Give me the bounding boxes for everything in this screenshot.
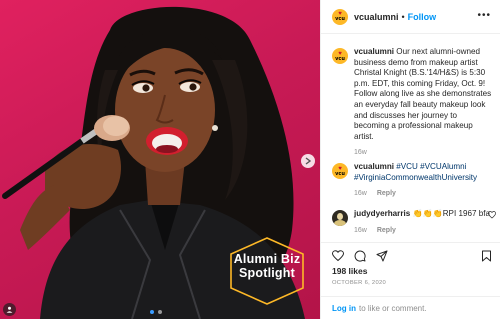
avatar-text: vcu xyxy=(335,16,345,22)
list-item: ♥ vcu vcualumni #VCU #VCUAlumni #Virgini… xyxy=(332,162,496,197)
carousel-dot-active xyxy=(150,310,154,314)
comment-text: 👏👏👏RPI 1967 bfa xyxy=(412,209,490,218)
avatar[interactable]: ♥ vcu xyxy=(332,8,348,25)
comment-username[interactable]: judydyerharris xyxy=(354,209,410,218)
tagged-user-icon[interactable] xyxy=(3,303,16,316)
more-options-icon[interactable]: ••• xyxy=(477,11,491,21)
heart-icon[interactable] xyxy=(332,250,344,262)
comment-icon[interactable] xyxy=(354,250,366,262)
bookmark-icon[interactable] xyxy=(481,250,492,262)
comment-time: 16w xyxy=(354,149,367,157)
action-bar: 198 likes OCTOBER 6, 2020 Log in to like… xyxy=(321,242,500,319)
comments-list[interactable]: ♥ vcu vcualumni Our next alumni-owned bu… xyxy=(321,34,500,242)
overlay-title: Alumni Biz xyxy=(233,252,301,266)
login-prompt: Log in to like or comment. xyxy=(321,296,500,319)
comment-time: 16w xyxy=(354,190,367,198)
list-item: judydyerharris 👏👏👏RPI 1967 bfa 16w Reply xyxy=(332,209,496,234)
login-prompt-text: to like or comment. xyxy=(359,304,427,313)
share-icon[interactable] xyxy=(376,250,388,262)
header-username[interactable]: vcualumni xyxy=(354,12,399,22)
reply-button[interactable]: Reply xyxy=(377,190,396,197)
avatar[interactable]: ♥ vcu xyxy=(332,48,348,64)
comment-username[interactable]: vcualumni xyxy=(354,162,394,171)
spotlight-badge: Alumni Biz Spotlight xyxy=(221,236,313,306)
comment-like-icon[interactable] xyxy=(488,211,496,219)
avatar[interactable]: ♥ vcu xyxy=(332,163,348,179)
carousel-dot xyxy=(158,310,162,314)
follow-button[interactable]: Follow xyxy=(408,12,437,22)
comment-text: Our next alumni-owned business demo from… xyxy=(354,47,492,141)
reply-button[interactable]: Reply xyxy=(377,227,396,234)
header-separator: • xyxy=(401,11,405,22)
avatar[interactable] xyxy=(332,210,348,226)
caption: ♥ vcu vcualumni Our next alumni-owned bu… xyxy=(332,47,496,156)
post-header: ♥ vcu vcualumni • Follow ••• xyxy=(321,0,500,34)
login-link[interactable]: Log in xyxy=(332,304,356,313)
chevron-right-icon xyxy=(305,157,311,165)
overlay-subtitle: Spotlight xyxy=(239,266,295,280)
comment-username[interactable]: vcualumni xyxy=(354,47,394,56)
comment-time: 16w xyxy=(354,226,367,234)
post-date: OCTOBER 6, 2020 xyxy=(332,280,387,286)
post-image[interactable]: Alumni Biz Spotlight xyxy=(0,0,320,319)
carousel-indicator xyxy=(150,310,162,314)
next-image-button[interactable] xyxy=(301,154,315,168)
likes-count[interactable]: 198 likes xyxy=(332,266,367,276)
post-side-panel: ♥ vcu vcualumni • Follow ••• ♥ vcu vcual… xyxy=(320,0,500,319)
